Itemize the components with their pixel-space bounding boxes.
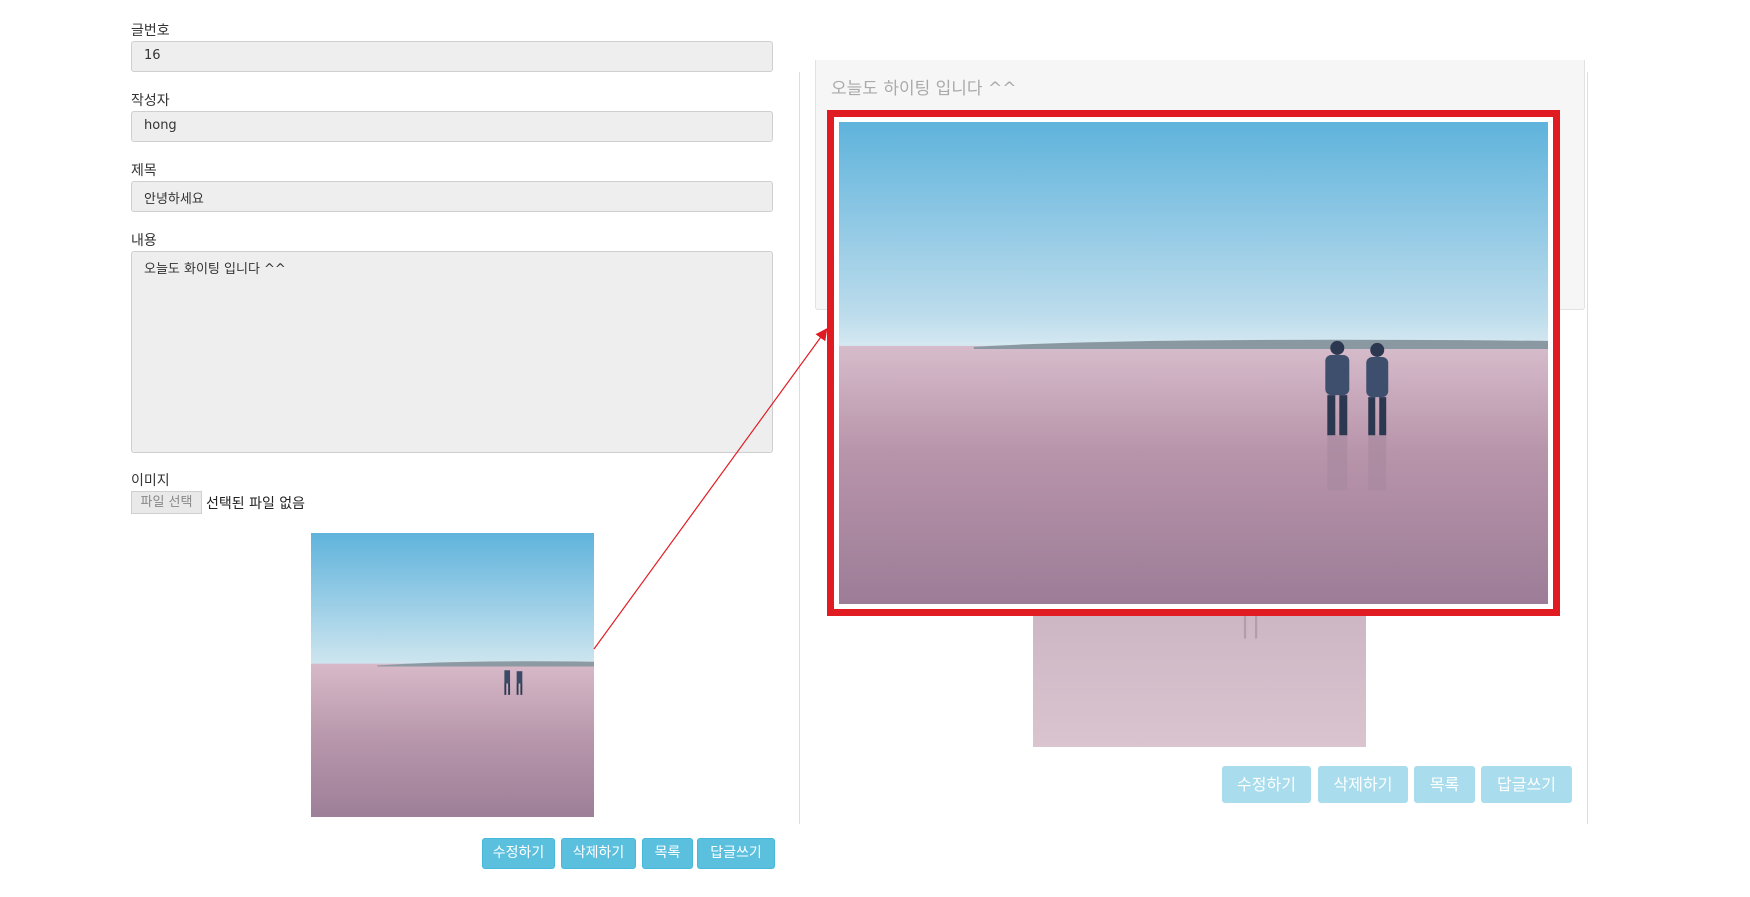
author-field[interactable]: hong	[131, 111, 773, 142]
post-image-thumbnail	[311, 533, 594, 817]
zoom-delete-button[interactable]: 삭제하기	[1318, 766, 1408, 803]
content-textarea[interactable]: 오늘도 화이팅 입니다 ^^	[131, 251, 773, 453]
delete-button[interactable]: 삭제하기	[561, 838, 636, 869]
image-label: 이미지	[131, 473, 170, 489]
title-label: 제목	[131, 163, 157, 179]
zoom-image-lower	[1033, 610, 1366, 747]
file-status-text: 선택된 파일 없음	[206, 496, 306, 512]
zoom-highlight-frame	[827, 110, 1560, 616]
reply-button[interactable]: 답글쓰기	[697, 838, 775, 869]
content-label: 내용	[131, 233, 157, 249]
zoom-reply-button[interactable]: 답글쓰기	[1481, 766, 1572, 803]
file-select-button[interactable]: 파일 선택	[131, 491, 202, 514]
author-label: 작성자	[131, 93, 170, 109]
post-no-label: 글번호	[131, 23, 170, 39]
zoom-content-text: 오늘도 하이팅 입니다 ^^	[831, 79, 1017, 99]
post-no-field[interactable]: 16	[131, 41, 773, 72]
title-field[interactable]: 안녕하세요	[131, 181, 773, 212]
zoom-panel-border-left	[799, 72, 800, 824]
zoom-image	[839, 122, 1548, 604]
zoom-panel-border-right	[1587, 72, 1588, 824]
zoom-edit-button[interactable]: 수정하기	[1222, 766, 1311, 803]
zoom-list-button[interactable]: 목록	[1414, 766, 1475, 803]
edit-button[interactable]: 수정하기	[482, 838, 555, 869]
list-button[interactable]: 목록	[642, 838, 693, 869]
